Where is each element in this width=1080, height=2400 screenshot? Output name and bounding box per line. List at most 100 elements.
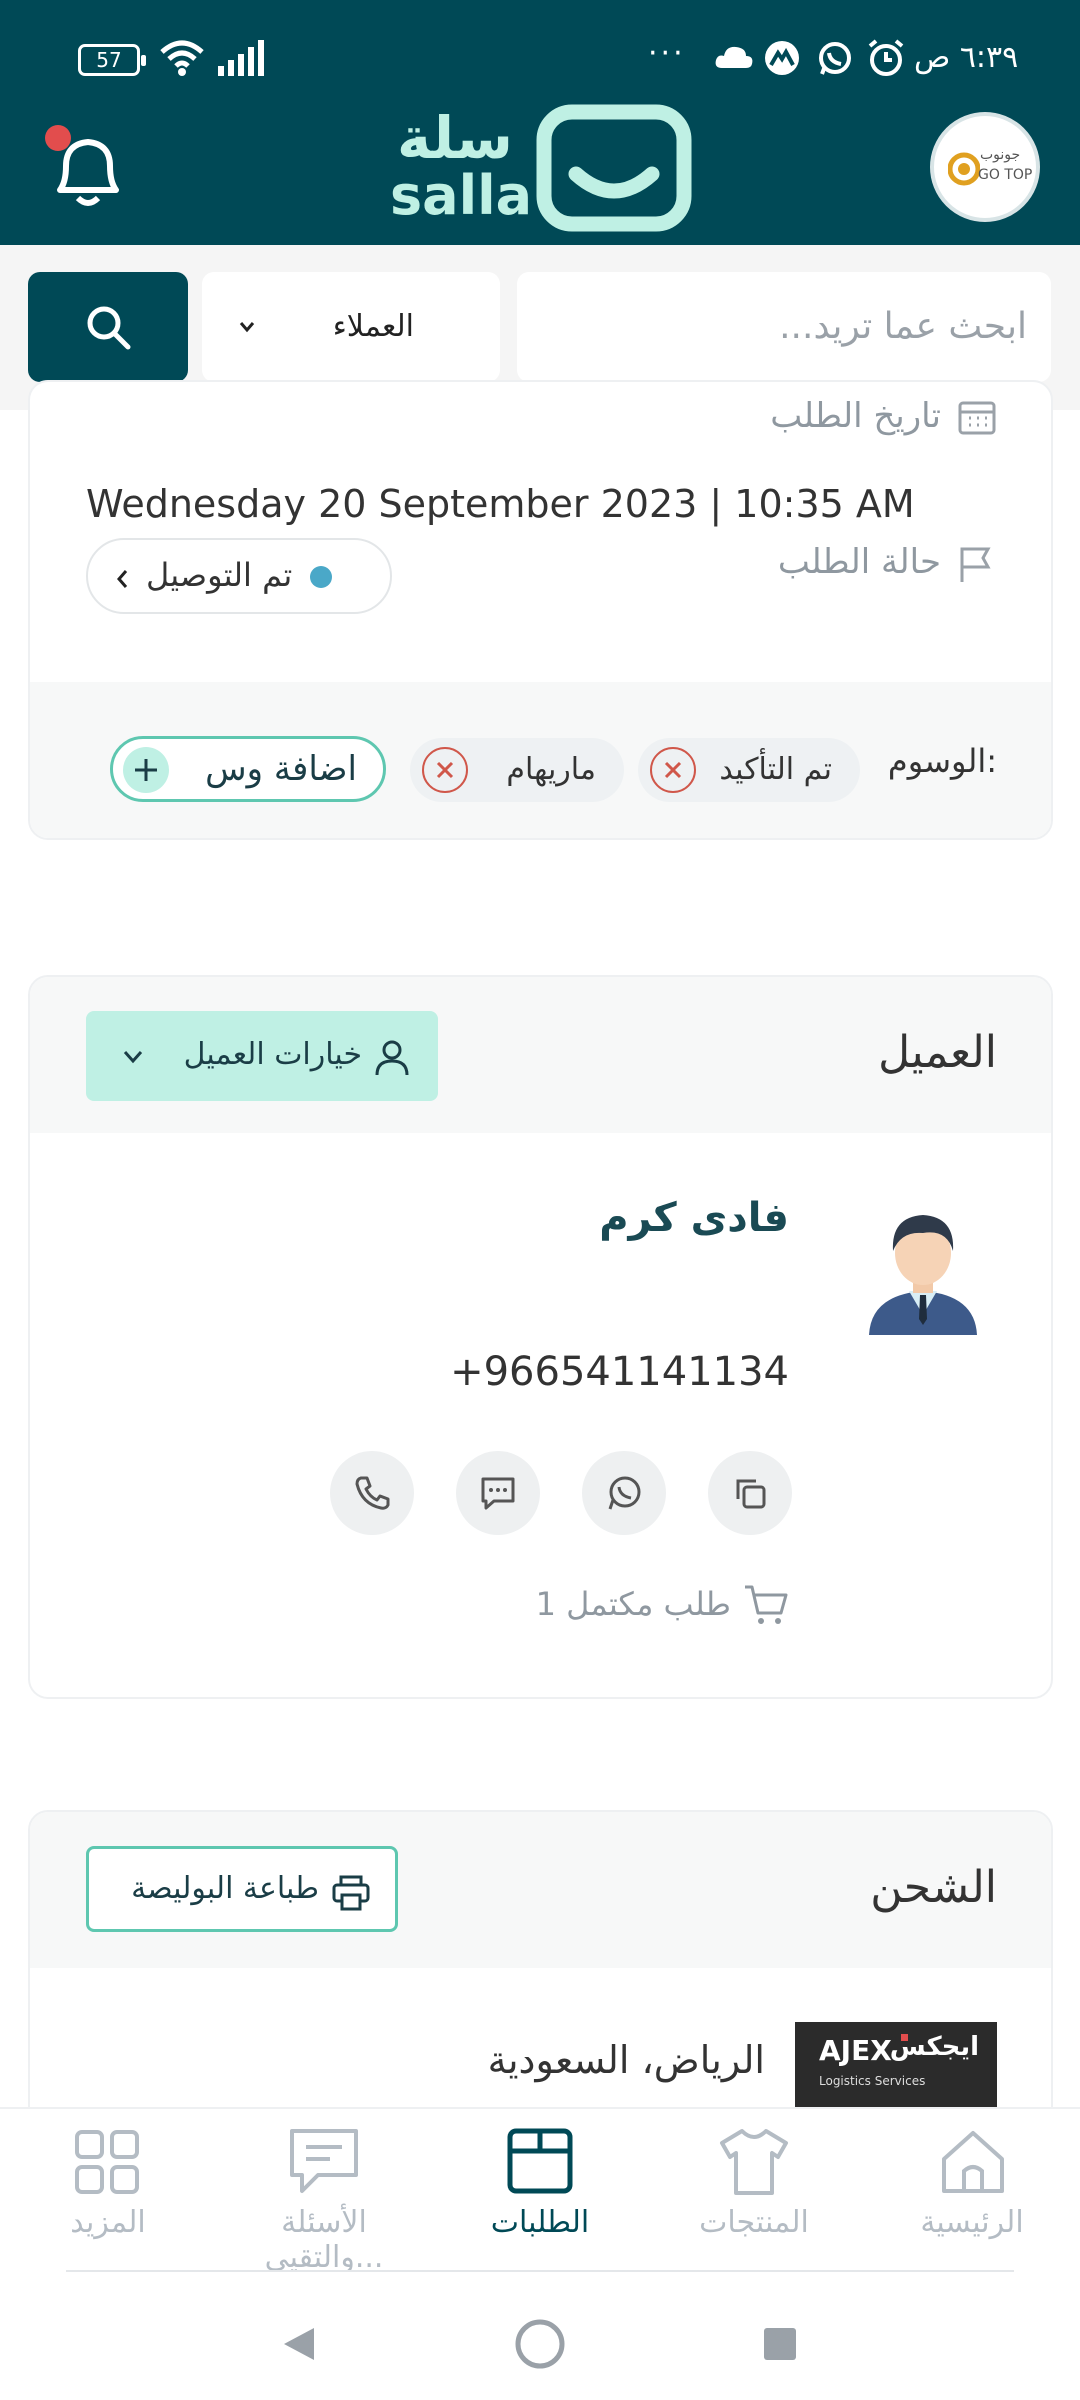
search-filter-value: العملاء [332,309,414,344]
order-status-value: تم التوصيل [146,556,293,594]
shipping-location: الرياض، السعودية [487,2038,765,2082]
search-input[interactable]: ابحث عما تريد... [517,272,1051,382]
back-triangle-icon [284,2328,314,2360]
tags-label: الوسوم: [887,742,997,780]
plus-icon [123,747,169,793]
home-system-button[interactable] [510,2314,570,2374]
calendar-icon [958,401,996,435]
tag-label: ماريهام [506,752,596,787]
customer-name: فادى كرم [599,1195,789,1241]
orders-completed-count: 1 طلب مكتمل [535,1585,731,1623]
shipping-card: الشحن طباعة البوليصة AJEX ايجكس Logistic… [28,1810,1053,2130]
search-filter-select[interactable]: العملاء [202,272,500,382]
wifi-icon [160,40,204,76]
divider [66,2270,1014,2272]
chevron-down-icon [239,322,255,333]
shirt-icon [720,2129,788,2195]
tag-chip: ماريهام [410,738,624,802]
carrier-logo-text-ar: ايجكس [889,2032,979,2062]
print-waybill-button[interactable]: طباعة البوليصة [86,1846,398,1932]
copy-phone-button[interactable] [708,1451,792,1535]
nav-item-products[interactable]: المنتجات [654,2109,854,2269]
notifications-button[interactable] [38,116,130,216]
customer-section-title: العميل [878,1027,997,1078]
nav-item-orders[interactable]: الطلبات [440,2109,640,2269]
tag-chip: تم التأكيد [638,738,860,802]
grid-icon [75,2130,139,2194]
status-dot [310,566,332,588]
nav-label: المنتجات [699,2205,809,2240]
bell-icon [45,125,119,206]
nav-item-questions-reviews[interactable]: الأسئلة والتقيي... [204,2109,444,2275]
alarm-icon [868,39,904,76]
customer-card: العميل خيارات العميل فادى كرم +966541141… [28,975,1053,1699]
remove-tag-button[interactable] [650,747,696,793]
signal-icon [218,40,264,76]
more-notifications: ··· [648,36,686,71]
carrier-logo-text-en: AJEX [819,2034,892,2067]
nav-label: الأسئلة والتقيي... [264,2205,384,2275]
add-tag-label: اضافة وس [205,749,357,789]
nav-label-active: الطلبات [490,2205,590,2240]
printer-icon [332,1875,370,1911]
customer-avatar [869,1215,977,1335]
customer-phone: +966541141134 [450,1349,789,1395]
print-waybill-label: طباعة البوليصة [131,1871,319,1906]
cart-icon [745,1585,788,1624]
back-button[interactable] [270,2314,330,2374]
search-icon [87,306,131,350]
recents-button[interactable] [750,2314,810,2374]
chevron-left-icon [117,570,128,588]
order-date-value: Wednesday 20 September 2023 | 10:35 AM [86,482,915,526]
nav-label: الرئيسية [920,2205,1024,2240]
salla-logo-icon [536,104,692,232]
whatsapp-icon [608,1476,641,1510]
store-logo-icon [948,152,980,186]
remove-tag-button[interactable] [422,747,468,793]
system-navigation-bar [0,2270,1080,2400]
brand-name-ar: سلة [397,104,513,172]
whatsapp-icon [819,42,851,75]
home-circle-icon [515,2319,565,2369]
search-button[interactable] [28,272,188,382]
copy-icon [736,1479,766,1509]
battery-indicator: 57 [78,44,146,76]
app-header: 57 ··· ٦:٣٩ ص سلة salla جونوب GO TOP [0,0,1080,245]
order-status-dropdown[interactable]: تم التوصيل [86,538,392,614]
nav-label: المزيد [70,2205,146,2240]
flag-icon [960,547,991,582]
phone-icon [355,1476,390,1510]
chat-icon [290,2129,358,2193]
shipping-section-title: الشحن [870,1862,997,1913]
order-info-card: تاريخ الطلب Wednesday 20 September 2023 … [28,380,1053,840]
tag-label: تم التأكيد [719,752,832,787]
store-logo-text-en: GO TOP [978,167,1033,183]
add-tag-button[interactable]: اضافة وس [110,736,386,802]
box-icon [507,2128,573,2194]
message-button[interactable] [456,1451,540,1535]
recents-square-icon [764,2328,796,2360]
call-button[interactable] [330,1451,414,1535]
whatsapp-button[interactable] [582,1451,666,1535]
customer-options-button[interactable]: خيارات العميل [86,1011,438,1101]
bottom-navigation: الرئيسية المنتجات الطلبات الأسئلة والتقي… [0,2107,1080,2277]
nav-item-home[interactable]: الرئيسية [872,2109,1072,2269]
message-icon [481,1477,515,1510]
close-icon [664,761,682,779]
app-notification-icon [765,41,799,75]
carrier-logo-subtitle: Logistics Services [819,2074,926,2088]
store-avatar[interactable]: جونوب GO TOP [930,112,1040,222]
nav-item-more[interactable]: المزيد [8,2109,208,2269]
status-time: ٦:٣٩ ص [914,40,1019,75]
user-icon [375,1040,409,1076]
brand-name-en: salla [390,164,533,227]
home-icon [942,2131,1004,2193]
close-icon [436,761,454,779]
order-date-label: تاريخ الطلب [770,396,941,436]
customer-options-label: خيارات العميل [183,1037,362,1072]
chevron-down-icon [123,1051,143,1064]
cloud-icon [715,46,753,68]
order-status-label: حالة الطلب [777,542,941,582]
store-logo-text-ar: جونوب [980,147,1021,163]
brand-wordmark: سلة salla [390,104,533,228]
